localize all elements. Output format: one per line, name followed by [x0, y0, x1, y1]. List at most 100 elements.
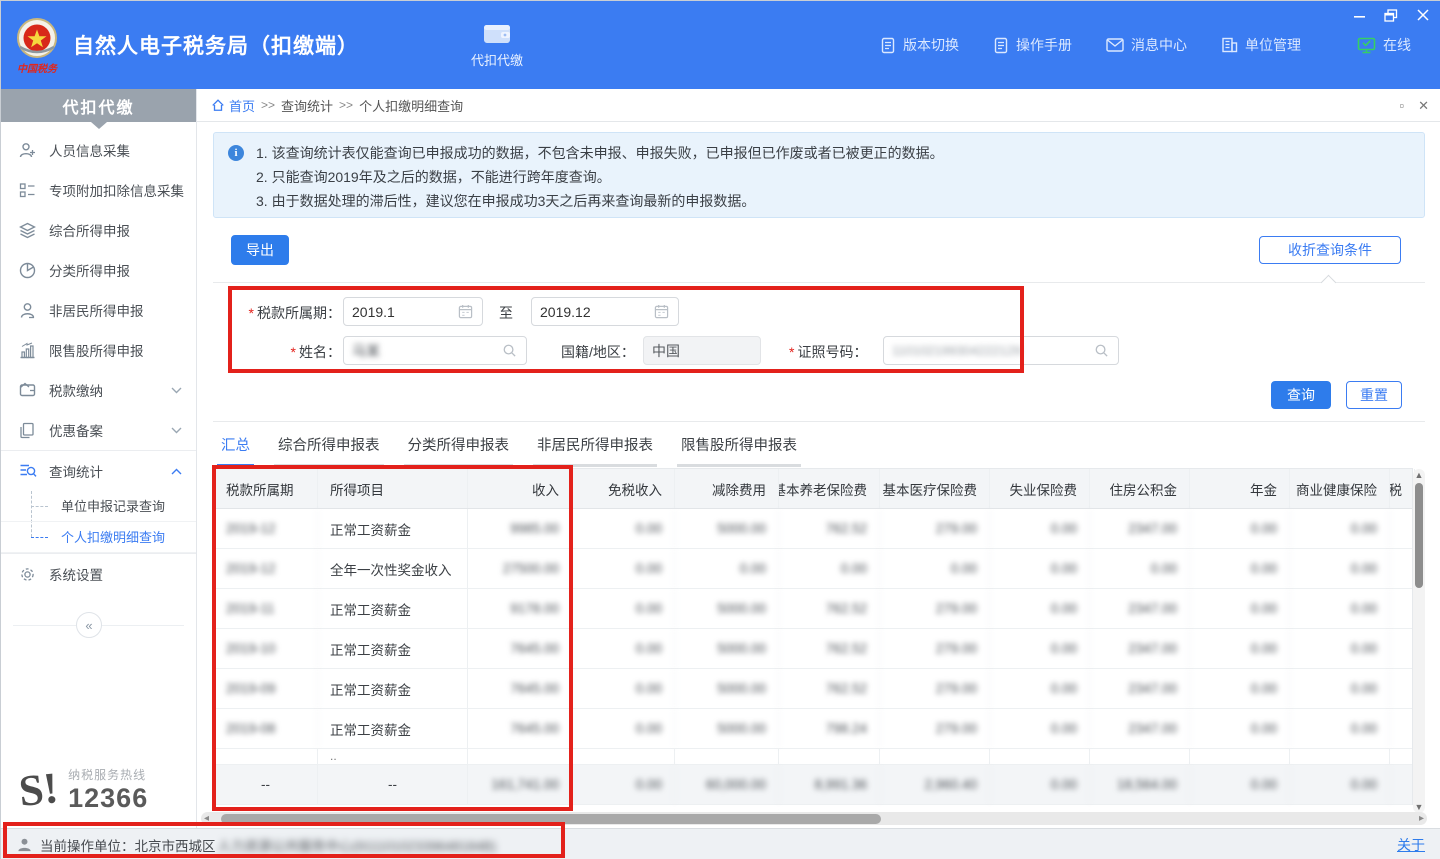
horizontal-scrollbar[interactable]: ◂ ▸	[201, 812, 1427, 825]
calendar-icon[interactable]	[458, 304, 474, 319]
panel-maximize-icon[interactable]: ▫	[1399, 99, 1404, 112]
minimize-button[interactable]	[1351, 7, 1367, 23]
query-button[interactable]: 查询	[1271, 381, 1331, 409]
table-row[interactable]: 2019-12全年一次性奖金收入27500.000.000.000.000.00…	[214, 549, 1412, 589]
sidebar-item-6[interactable]: 限售股所得申报	[1, 330, 196, 370]
header-menu-item[interactable]: 消息中心	[1106, 35, 1187, 55]
table-cell: 279.00	[880, 669, 990, 708]
table-row[interactable]: 2019-08正常工资薪金7645.000.005000.00798.24279…	[214, 709, 1412, 749]
table-row[interactable]: 2019-10正常工资薪金7645.000.005000.00762.52279…	[214, 629, 1412, 669]
table-cell: 2347.00	[1090, 589, 1190, 628]
about-link[interactable]: 关于	[1397, 835, 1425, 855]
sidebar-item-9[interactable]: 查询统计	[1, 451, 196, 491]
sidebar: 代扣代缴 人员信息采集专项附加扣除信息采集综合所得申报分类所得申报非居民所得申报…	[1, 89, 197, 828]
chart-icon	[19, 342, 36, 359]
header-menu-item[interactable]: 单位管理	[1221, 35, 1301, 55]
table-totals-row[interactable]: ----161,741.000.0060,000.008,991.362,960…	[214, 765, 1412, 805]
table-cell: 0.00	[572, 765, 675, 804]
tab-1[interactable]: 汇总	[217, 434, 254, 467]
sidebar-item-3[interactable]: 综合所得申报	[1, 210, 196, 250]
tab-2[interactable]: 综合所得申报表	[274, 434, 384, 467]
list-icon	[19, 182, 36, 199]
reset-button[interactable]: 重置	[1346, 381, 1402, 409]
notice-text: 1. 该查询统计表仅能查询已申报成功的数据，不包含未申报、申报失败，已申报但已作…	[256, 142, 944, 165]
table-cell: 0.00	[1290, 629, 1390, 668]
scroll-up-icon[interactable]: ▲	[1413, 469, 1425, 481]
restore-button[interactable]	[1383, 7, 1399, 23]
breadcrumb: 首页 >> 查询统计 >> 个人扣缴明细查询	[211, 96, 463, 115]
header-menu-label: 操作手册	[1016, 35, 1072, 55]
vertical-scrollbar[interactable]: ▲ ▼	[1413, 469, 1425, 813]
table-cell: 基本养老保险费	[779, 469, 880, 508]
status-bar: 当前操作单位：北京市西城区人力资源公共服务中心(9111010233964818…	[1, 828, 1440, 859]
vertical-scroll-thumb[interactable]	[1415, 483, 1423, 588]
header-menu-item[interactable]: 操作手册	[993, 35, 1072, 55]
required-asterisk: *	[249, 305, 254, 321]
table-row[interactable]: 2019-12正常工资薪金9985.000.005000.00762.52279…	[214, 509, 1412, 549]
sidebar-item-7[interactable]: 税款缴纳	[1, 370, 196, 410]
id-number-redacted: 110102199304222129	[892, 343, 1094, 358]
caret-up-pointer	[1321, 275, 1337, 291]
main-panel: 首页 >> 查询统计 >> 个人扣缴明细查询 ▫ ✕ i1. 该查询统计表仅能查…	[197, 89, 1440, 828]
divider	[213, 282, 1425, 283]
sidebar-item-label: 分类所得申报	[49, 260, 182, 280]
close-button[interactable]	[1415, 7, 1431, 23]
table-row[interactable]: 2019-09正常工资薪金7645.000.005000.00762.52279…	[214, 669, 1412, 709]
name-input[interactable]: 马某	[343, 336, 527, 365]
table-ellipsis-row[interactable]: ..	[214, 749, 1412, 765]
table-cell: 5000.00	[675, 709, 779, 748]
breadcrumb-bar: 首页 >> 查询统计 >> 个人扣缴明细查询 ▫ ✕	[197, 89, 1440, 122]
table-cell: 正常工资薪金	[318, 709, 468, 748]
sidebar-item-4[interactable]: 分类所得申报	[1, 250, 196, 290]
svg-text:中国税务: 中国税务	[17, 63, 59, 74]
period-from-input[interactable]: 2019.1	[343, 297, 483, 326]
sidebar-item-1[interactable]: 人员信息采集	[1, 130, 196, 170]
table-cell: 2347.00	[1090, 629, 1190, 668]
sidebar-item-2[interactable]: 专项附加扣除信息采集	[1, 170, 196, 210]
tab-3[interactable]: 分类所得申报表	[404, 434, 514, 467]
sidebar-subitem-1[interactable]: 单位申报记录查询	[1, 491, 196, 522]
search-list-icon	[19, 463, 36, 480]
scroll-right-icon[interactable]: ▸	[1419, 812, 1424, 825]
table-cell: 0.00	[1190, 709, 1290, 748]
person-icon	[19, 302, 36, 319]
calendar-icon[interactable]	[654, 304, 670, 319]
table-cell: 0.00	[572, 509, 675, 548]
period-to-input[interactable]: 2019.12	[531, 297, 679, 326]
table-cell	[1090, 749, 1190, 764]
breadcrumb-separator: >>	[261, 98, 275, 112]
sidebar-item-label: 非居民所得申报	[49, 300, 182, 320]
sidebar-item-10[interactable]: 系统设置	[1, 554, 196, 594]
required-asterisk: *	[789, 344, 794, 360]
horizontal-scroll-thumb[interactable]	[221, 814, 881, 824]
header-tab-daikou-daijiao[interactable]: 代扣代缴	[449, 1, 545, 89]
table-cell: 0.00	[779, 549, 880, 588]
table-cell	[1390, 549, 1415, 588]
table-cell: 279.00	[880, 589, 990, 628]
header-menu-item[interactable]: 版本切换	[880, 35, 959, 55]
tab-4[interactable]: 非居民所得申报表	[533, 434, 657, 467]
search-icon[interactable]	[502, 343, 518, 358]
sidebar-subitem-2[interactable]: 个人扣缴明细查询	[1, 522, 196, 553]
export-button[interactable]: 导出	[231, 235, 289, 265]
panel-close-icon[interactable]: ✕	[1418, 99, 1429, 112]
table-row[interactable]: 2019-11正常工资薪金9178.000.005000.00762.52279…	[214, 589, 1412, 629]
table-cell: 798.24	[779, 709, 880, 748]
table-cell: 正常工资薪金	[318, 589, 468, 628]
header-menu: 版本切换 操作手册 消息中心 单位管理	[880, 35, 1301, 55]
collapse-query-button[interactable]: 收折查询条件	[1259, 236, 1401, 264]
sidebar-item-5[interactable]: 非居民所得申报	[1, 290, 196, 330]
chevron-down-icon	[171, 427, 182, 434]
id-number-input[interactable]: 110102199304222129	[883, 336, 1119, 365]
search-icon[interactable]	[1094, 343, 1110, 358]
sidebar-item-8[interactable]: 优惠备案	[1, 410, 196, 450]
sidebar-item-label: 限售股所得申报	[49, 340, 182, 360]
sidebar-collapse-button[interactable]: «	[76, 612, 102, 638]
breadcrumb-home[interactable]: 首页	[211, 96, 255, 115]
sidebar-item-label: 税款缴纳	[49, 380, 171, 400]
scroll-left-icon[interactable]: ◂	[204, 812, 209, 825]
building-icon	[1221, 37, 1238, 53]
table-cell: 0.00	[1190, 549, 1290, 588]
tab-5[interactable]: 限售股所得申报表	[677, 434, 801, 467]
table-cell: 税	[1390, 469, 1415, 508]
